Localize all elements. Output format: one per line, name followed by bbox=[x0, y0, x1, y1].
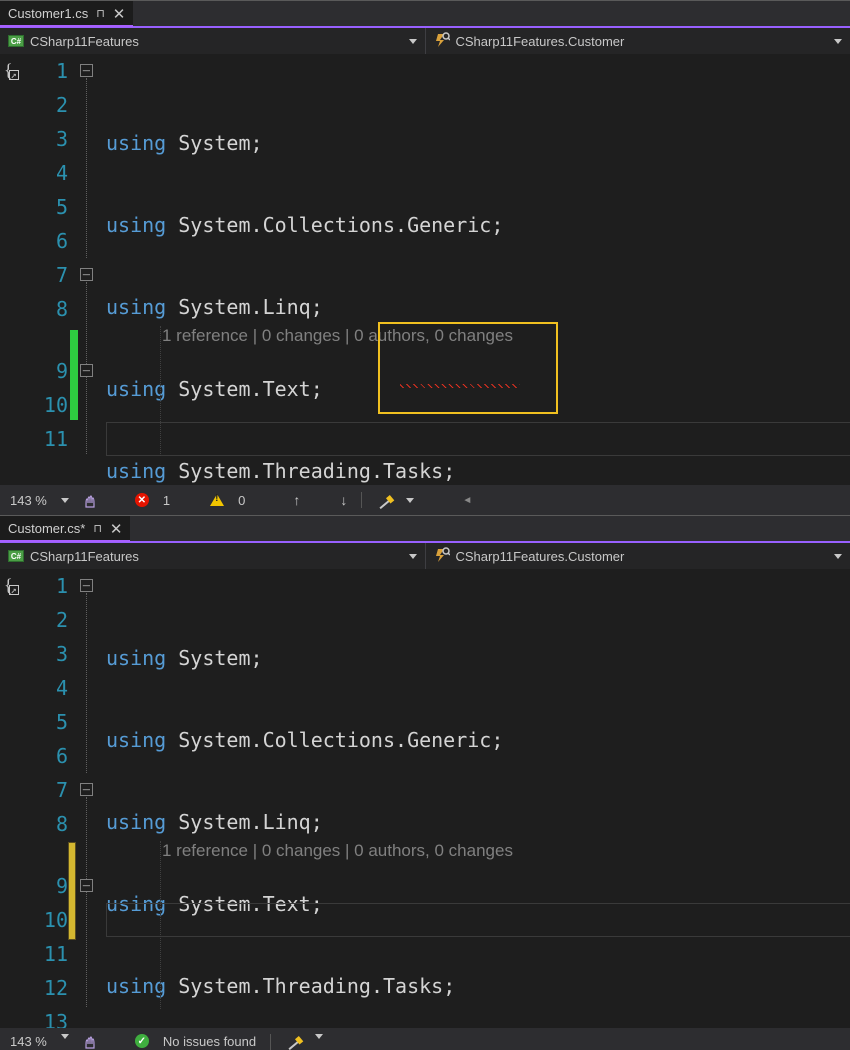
status-text: No issues found bbox=[163, 1034, 256, 1049]
tab-customer1[interactable]: Customer1.cs ⊓ ✕ bbox=[0, 1, 133, 27]
pin-icon[interactable]: ⊓ bbox=[93, 522, 102, 535]
fold-gutter[interactable] bbox=[78, 54, 106, 485]
error-count: 1 bbox=[163, 493, 170, 508]
tab-strip: Customer.cs* ⊓ ✕ bbox=[0, 515, 850, 541]
fold-toggle[interactable] bbox=[80, 879, 93, 892]
code-editor[interactable]: {↗ 12345678 910111213 using System; usin… bbox=[0, 569, 850, 1028]
line-numbers: 12345678 910111213 bbox=[30, 569, 78, 1028]
chevron-down-icon bbox=[409, 39, 417, 44]
fold-toggle[interactable] bbox=[80, 268, 93, 281]
nav-class-dropdown[interactable]: CSharp11Features.Customer bbox=[425, 543, 850, 569]
nav-namespace-dropdown[interactable]: C# CSharp11Features bbox=[0, 543, 425, 569]
nav-class-label: CSharp11Features.Customer bbox=[456, 34, 625, 49]
warning-icon[interactable] bbox=[210, 494, 224, 506]
chevron-down-icon bbox=[409, 554, 417, 559]
zoom-level[interactable]: 143 % bbox=[10, 493, 47, 508]
fold-toggle[interactable] bbox=[80, 579, 93, 592]
change-marker bbox=[70, 330, 78, 420]
chevron-down-icon bbox=[834, 554, 842, 559]
nav-class-dropdown[interactable]: CSharp11Features.Customer bbox=[425, 28, 850, 54]
navigation-bar: C# CSharp11Features CSharp11Features.Cus… bbox=[0, 541, 850, 569]
error-icon[interactable]: ✕ bbox=[135, 493, 149, 507]
line-numbers: 12345678 91011 bbox=[30, 54, 78, 485]
nav-namespace-label: CSharp11Features bbox=[30, 549, 139, 564]
health-indicator-icon[interactable] bbox=[83, 493, 99, 507]
fold-toggle[interactable] bbox=[80, 783, 93, 796]
code-editor[interactable]: {↗ 12345678 91011 using System; using Sy… bbox=[0, 54, 850, 485]
tab-title: Customer1.cs bbox=[8, 6, 88, 21]
cleanup-icon[interactable] bbox=[373, 489, 395, 511]
class-icon bbox=[434, 32, 450, 51]
chevron-down-icon[interactable] bbox=[406, 498, 414, 503]
tab-strip: Customer1.cs ⊓ ✕ bbox=[0, 0, 850, 26]
fold-gutter[interactable] bbox=[78, 569, 106, 1028]
csharp-icon: C# bbox=[8, 550, 24, 562]
fold-toggle[interactable] bbox=[80, 64, 93, 77]
navigation-bar: C# CSharp11Features CSharp11Features.Cus… bbox=[0, 26, 850, 54]
chevron-down-icon[interactable] bbox=[61, 498, 69, 503]
error-squiggle bbox=[400, 384, 520, 388]
prev-issue-button[interactable]: ↑ bbox=[293, 492, 300, 508]
csharp-icon: C# bbox=[8, 35, 24, 47]
next-issue-button[interactable]: ↓ bbox=[340, 492, 347, 508]
close-icon[interactable]: ✕ bbox=[113, 5, 126, 23]
current-line-highlight bbox=[106, 903, 850, 937]
warning-count: 0 bbox=[238, 493, 245, 508]
fold-toggle[interactable] bbox=[80, 364, 93, 377]
cleanup-icon[interactable] bbox=[282, 1031, 304, 1050]
editor-status-bar: 143 % ✕ 1 0 ↑ ↓ ◄ bbox=[0, 485, 850, 515]
zoom-level[interactable]: 143 % bbox=[10, 1034, 47, 1049]
tab-customer[interactable]: Customer.cs* ⊓ ✕ bbox=[0, 516, 130, 542]
nav-namespace-label: CSharp11Features bbox=[30, 34, 139, 49]
health-indicator-icon[interactable] bbox=[83, 1034, 99, 1048]
editor-status-bar: 143 % ✓ No issues found bbox=[0, 1028, 850, 1050]
current-line-highlight bbox=[106, 422, 850, 456]
chevron-down-icon[interactable] bbox=[61, 1034, 69, 1039]
scroll-left-icon[interactable]: ◄ bbox=[462, 495, 472, 506]
structure-visualizer-icon[interactable]: {↗ bbox=[0, 60, 30, 81]
change-marker bbox=[68, 842, 76, 940]
ok-icon[interactable]: ✓ bbox=[135, 1034, 149, 1048]
codelens[interactable]: 1 reference | 0 changes | 0 authors, 0 c… bbox=[162, 841, 513, 861]
nav-namespace-dropdown[interactable]: C# CSharp11Features bbox=[0, 28, 425, 54]
chevron-down-icon bbox=[834, 39, 842, 44]
codelens[interactable]: 1 reference | 0 changes | 0 authors, 0 c… bbox=[162, 326, 513, 346]
class-icon bbox=[434, 547, 450, 566]
structure-visualizer-icon[interactable]: {↗ bbox=[0, 575, 30, 596]
close-icon[interactable]: ✕ bbox=[110, 520, 123, 538]
chevron-down-icon[interactable] bbox=[315, 1034, 323, 1039]
tab-title: Customer.cs* bbox=[8, 521, 85, 536]
pin-icon[interactable]: ⊓ bbox=[96, 7, 105, 20]
nav-class-label: CSharp11Features.Customer bbox=[456, 549, 625, 564]
